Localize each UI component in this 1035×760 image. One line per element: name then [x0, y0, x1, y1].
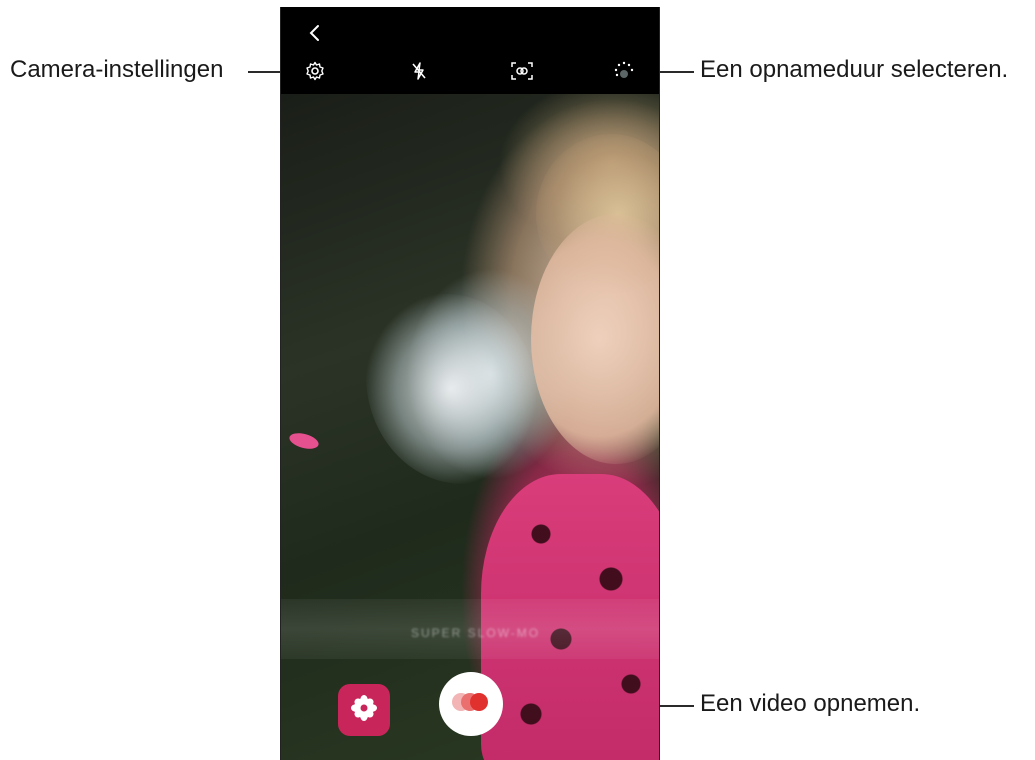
callout-camera-settings: Camera-instellingen — [10, 56, 224, 83]
back-icon[interactable] — [303, 21, 327, 45]
auto-detect-icon[interactable] — [509, 59, 535, 83]
callout-record-video: Een video opnemen. — [700, 690, 921, 717]
camera-top-bar — [281, 7, 659, 94]
phone-screen: SUPER SLOW-MO — [280, 7, 660, 760]
camera-viewfinder[interactable]: SUPER SLOW-MO — [281, 94, 659, 760]
water-splash — [366, 294, 536, 484]
settings-icon[interactable] — [303, 59, 327, 83]
callout-select-duration: Een opnameduur selecteren. — [700, 56, 1009, 83]
balloon-fragment — [287, 430, 321, 452]
duration-icon[interactable] — [611, 59, 637, 83]
flower-icon — [349, 693, 379, 728]
mode-label: SUPER SLOW-MO — [411, 626, 541, 640]
flash-off-icon[interactable] — [407, 59, 431, 83]
record-icon — [448, 690, 494, 719]
record-button[interactable] — [439, 672, 503, 736]
effect-button[interactable] — [338, 684, 390, 736]
